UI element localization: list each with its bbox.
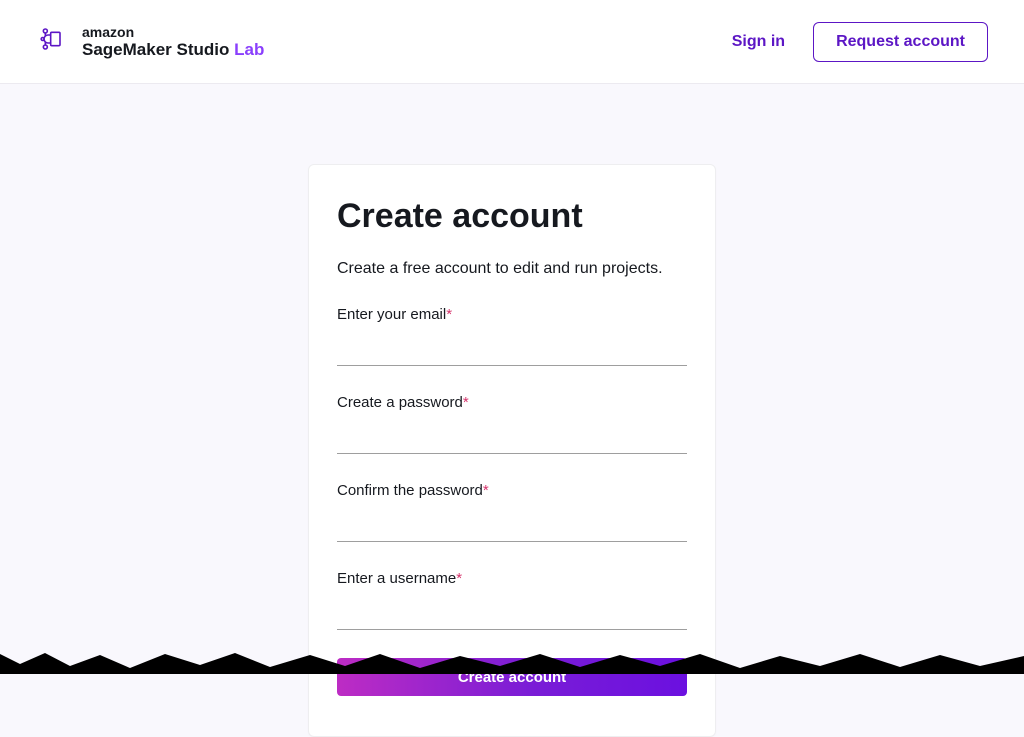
required-marker: *: [483, 482, 489, 499]
password-field[interactable]: [337, 422, 687, 454]
required-marker: *: [446, 306, 452, 323]
email-label-text: Enter your email: [337, 306, 446, 323]
username-field[interactable]: [337, 598, 687, 630]
brand-logo-icon: [36, 23, 68, 60]
password-label-text: Create a password: [337, 394, 463, 411]
required-marker: *: [463, 394, 469, 411]
page-title: Create account: [337, 197, 687, 236]
request-account-button[interactable]: Request account: [813, 22, 988, 62]
email-label: Enter your email*: [337, 306, 452, 323]
username-label: Enter a username*: [337, 570, 462, 587]
brand-text: amazon SageMaker Studio Lab: [82, 24, 264, 60]
brand-lab: Lab: [234, 40, 264, 59]
email-field[interactable]: [337, 334, 687, 366]
brand-bottom: SageMaker Studio Lab: [82, 40, 264, 60]
confirm-password-label: Confirm the password*: [337, 482, 489, 499]
username-field-wrapper: Enter a username*: [337, 570, 687, 630]
header: amazon SageMaker Studio Lab Sign in Requ…: [0, 0, 1024, 84]
create-account-button[interactable]: Create account: [337, 658, 687, 696]
confirm-password-field-wrapper: Confirm the password*: [337, 482, 687, 542]
brand-top: amazon: [82, 24, 264, 40]
confirm-password-label-text: Confirm the password: [337, 482, 483, 499]
confirm-password-field[interactable]: [337, 510, 687, 542]
page-subtitle: Create a free account to edit and run pr…: [337, 260, 687, 278]
password-label: Create a password*: [337, 394, 469, 411]
password-field-wrapper: Create a password*: [337, 394, 687, 454]
create-account-card: Create account Create a free account to …: [308, 164, 716, 737]
brand-main: SageMaker Studio: [82, 40, 229, 59]
required-marker: *: [456, 570, 462, 587]
username-label-text: Enter a username: [337, 570, 456, 587]
signin-link[interactable]: Sign in: [732, 33, 785, 51]
brand[interactable]: amazon SageMaker Studio Lab: [36, 23, 264, 60]
email-field-wrapper: Enter your email*: [337, 306, 687, 366]
header-actions: Sign in Request account: [732, 22, 988, 62]
